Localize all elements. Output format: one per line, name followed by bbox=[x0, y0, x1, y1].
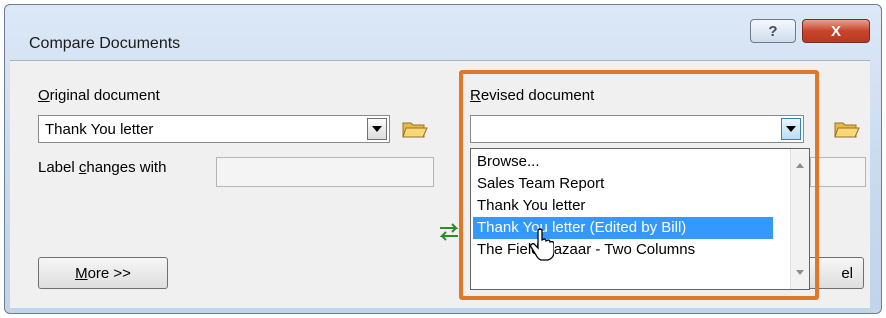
dialog-title: Compare Documents bbox=[29, 35, 181, 52]
close-icon: X bbox=[830, 22, 841, 40]
help-button[interactable]: ? bbox=[750, 19, 796, 43]
close-button[interactable]: X bbox=[802, 19, 870, 43]
label-changes-label: Label changes with bbox=[38, 159, 167, 176]
original-dropdown-arrow[interactable] bbox=[367, 118, 387, 140]
original-document-value: Thank You letter bbox=[45, 121, 154, 138]
more-button[interactable]: More >> bbox=[38, 257, 168, 289]
swap-documents-icon[interactable] bbox=[438, 222, 460, 242]
original-label-changes-field[interactable] bbox=[216, 157, 434, 187]
original-document-combo[interactable]: Thank You letter bbox=[38, 115, 390, 143]
original-document-label: Original document bbox=[38, 87, 160, 104]
focus-highlight bbox=[459, 70, 819, 300]
chevron-down-icon bbox=[372, 126, 382, 132]
folder-open-icon[interactable] bbox=[834, 119, 860, 139]
folder-open-icon[interactable] bbox=[402, 119, 428, 139]
